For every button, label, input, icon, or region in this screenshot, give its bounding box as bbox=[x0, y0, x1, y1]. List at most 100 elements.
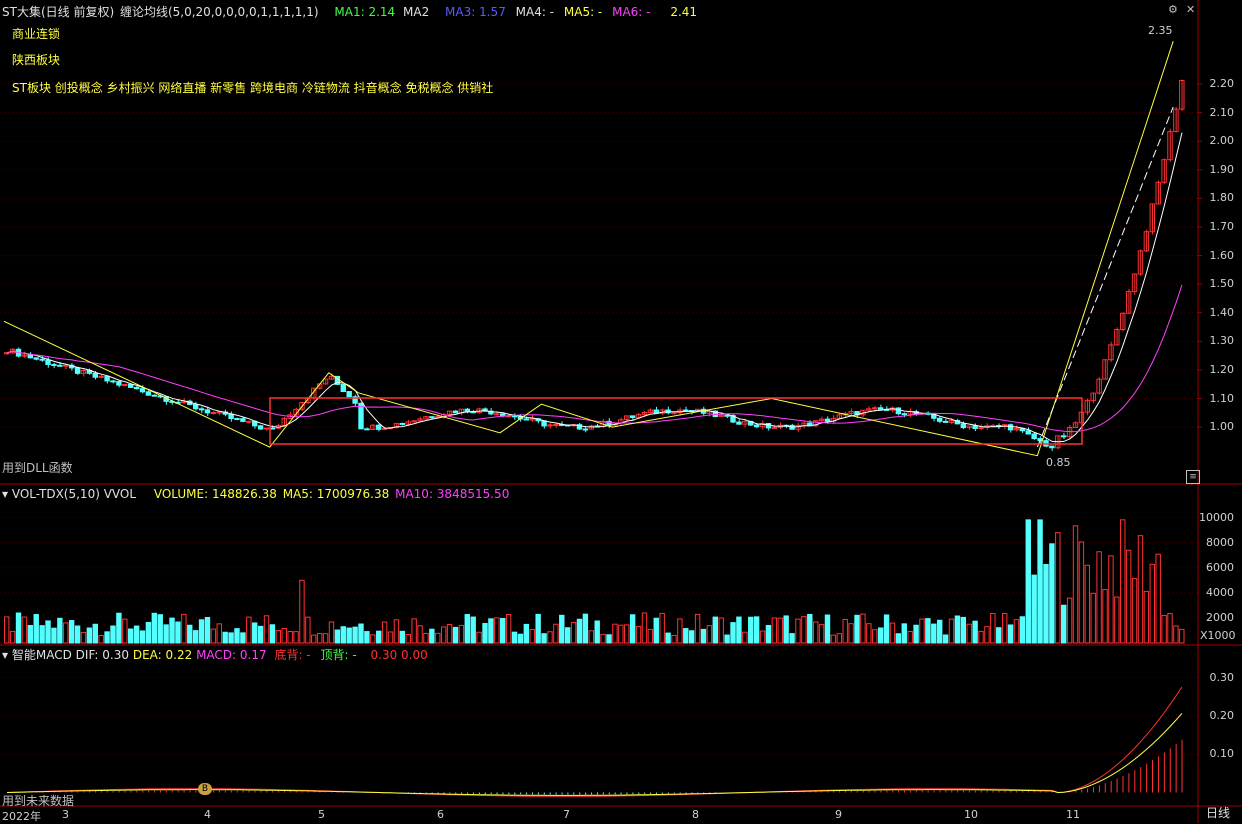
volume-bar bbox=[122, 618, 128, 644]
candle-body bbox=[936, 417, 943, 422]
volume-bar bbox=[470, 616, 476, 644]
candle-body bbox=[1025, 430, 1031, 435]
ma1-line bbox=[6, 132, 1183, 443]
volume-bar bbox=[1125, 549, 1132, 644]
volume-bar bbox=[901, 623, 907, 644]
gear-icon[interactable]: ⚙ bbox=[1168, 3, 1178, 16]
volume-bar bbox=[895, 633, 902, 644]
chart-canvas[interactable] bbox=[0, 0, 1242, 823]
volume-bar bbox=[328, 621, 335, 644]
volume-bar bbox=[877, 627, 884, 644]
volume-bar bbox=[913, 624, 919, 644]
x-axis-label: 11 bbox=[1066, 808, 1080, 821]
volume-bar bbox=[594, 620, 600, 644]
close-icon[interactable]: ✕ bbox=[1186, 3, 1195, 16]
candle-body bbox=[246, 420, 252, 423]
volume-bar bbox=[588, 630, 594, 644]
volume-bar bbox=[665, 632, 671, 644]
dll-label: 用到DLL函数 bbox=[2, 461, 73, 475]
candle-body bbox=[629, 415, 636, 418]
volume-bar bbox=[553, 623, 559, 644]
volume-bar bbox=[1179, 628, 1185, 644]
volume-bar bbox=[931, 623, 937, 644]
volume-bar bbox=[505, 614, 512, 644]
candle-body bbox=[128, 383, 134, 388]
volume-bar bbox=[98, 634, 104, 644]
volume-bar bbox=[464, 614, 470, 644]
volume-bar bbox=[1173, 625, 1179, 644]
volume-bar bbox=[1066, 597, 1073, 644]
volume-bar bbox=[51, 627, 57, 644]
volume-bar bbox=[234, 628, 240, 644]
candle-body bbox=[824, 418, 831, 422]
volume-bar bbox=[653, 617, 659, 644]
volume-axis-label: 10000 bbox=[1199, 510, 1234, 524]
candle-body bbox=[192, 403, 199, 410]
price-axis-label: 1.70 bbox=[1209, 219, 1235, 233]
volume-bar bbox=[316, 632, 323, 644]
volume-bar bbox=[128, 628, 134, 644]
volume-bar bbox=[635, 625, 642, 644]
volume-bar bbox=[263, 615, 270, 644]
candle-body bbox=[198, 408, 205, 411]
floating-window-icon[interactable]: ≡ bbox=[1186, 470, 1200, 484]
ma3-value: 1.57 bbox=[479, 5, 506, 19]
volume-bar bbox=[535, 613, 541, 644]
dif-line bbox=[6, 686, 1183, 797]
volume-bar bbox=[836, 633, 843, 644]
candle-body bbox=[895, 407, 902, 415]
candle-body bbox=[494, 413, 500, 416]
macd-icon[interactable]: ▾ bbox=[2, 648, 8, 662]
volume-bar bbox=[1072, 525, 1079, 644]
volume-bar bbox=[92, 623, 98, 644]
macd-bottom-div: 底背: - bbox=[274, 648, 311, 662]
volume-bar bbox=[1143, 590, 1150, 644]
indicator-name[interactable]: 缠论均线(5,0,20,0,0,0,0,1,1,1,1,1) bbox=[120, 5, 319, 19]
volume-bar bbox=[1137, 535, 1144, 644]
volume-bar bbox=[269, 624, 276, 644]
concept-line-3: ST板块 创投概念 乡村振兴 网络直播 新零售 跨境电商 冷链物流 抖音概念 免… bbox=[12, 81, 494, 95]
volume-bar bbox=[559, 614, 565, 644]
volume-bar bbox=[925, 618, 931, 644]
macd-top-div: 顶背: - bbox=[320, 648, 357, 662]
volume-bar bbox=[376, 630, 382, 644]
chart-window[interactable]: ST大集(日线 前复权) 缠论均线(5,0,20,0,0,0,0,1,1,1,1… bbox=[0, 0, 1242, 823]
volume-bar bbox=[883, 614, 890, 644]
volume-bar bbox=[759, 630, 766, 644]
volume-bar bbox=[429, 628, 435, 644]
volume-bar bbox=[293, 631, 299, 644]
ma1-value: 2.14 bbox=[368, 5, 396, 19]
macd-header: ▾ 智能MACD DIF: 0.30 DEA: 0.22 MACD: 0.17 … bbox=[2, 648, 428, 662]
volume-bar bbox=[742, 631, 748, 644]
volume-bar bbox=[240, 632, 246, 644]
candle-body bbox=[263, 427, 270, 430]
price-axis-label: 1.90 bbox=[1209, 162, 1235, 176]
volume-bar bbox=[765, 625, 772, 644]
period-selector[interactable]: 日线 bbox=[1206, 806, 1230, 820]
volume-title[interactable]: VOL-TDX(5,10) VVOL bbox=[12, 487, 136, 501]
stock-name[interactable]: ST大集(日线 前复权) bbox=[2, 5, 114, 19]
candle-body bbox=[771, 426, 778, 429]
volume-bar bbox=[771, 617, 778, 644]
volume-bar bbox=[157, 614, 163, 644]
volume-bar bbox=[866, 623, 872, 644]
extra-value: 2.41 bbox=[670, 5, 698, 19]
volume-bar bbox=[807, 613, 813, 644]
buy-badge[interactable]: B bbox=[198, 783, 212, 795]
volume-bar bbox=[104, 631, 110, 644]
x-axis-label: 9 bbox=[835, 808, 842, 821]
candle-body bbox=[133, 386, 140, 390]
volume-icon[interactable]: ▾ bbox=[2, 487, 8, 501]
candle-body bbox=[523, 418, 530, 421]
candle-body bbox=[104, 375, 110, 382]
volume-bar bbox=[405, 633, 411, 644]
candle-body bbox=[240, 418, 246, 422]
price-axis-label: 1.20 bbox=[1209, 362, 1235, 376]
volume-bar bbox=[1102, 589, 1108, 644]
candle-body bbox=[364, 428, 370, 431]
macd-title[interactable]: 智能MACD bbox=[12, 648, 72, 662]
volume-bar bbox=[948, 618, 955, 644]
price-axis-label: 1.60 bbox=[1209, 248, 1235, 262]
price-axis-label: 1.00 bbox=[1209, 420, 1235, 434]
volume-bar bbox=[694, 613, 701, 644]
